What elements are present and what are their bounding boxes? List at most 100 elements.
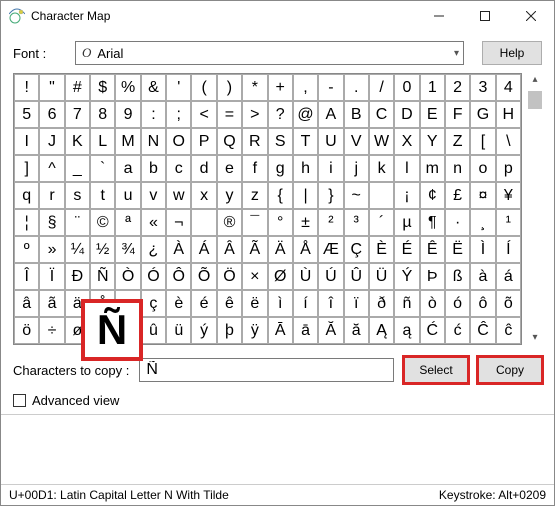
char-cell[interactable]: Ì	[470, 236, 495, 263]
char-cell[interactable]: Â	[217, 236, 242, 263]
char-cell[interactable]: Ā	[268, 317, 293, 344]
char-cell[interactable]: W	[369, 128, 394, 155]
char-cell[interactable]: ò	[420, 290, 445, 317]
char-cell[interactable]: ¤	[470, 182, 495, 209]
char-cell[interactable]: )	[217, 74, 242, 101]
char-cell[interactable]: ¬	[166, 209, 191, 236]
char-cell[interactable]: ¸	[470, 209, 495, 236]
char-cell[interactable]: c	[166, 155, 191, 182]
char-cell[interactable]: Ú	[318, 263, 343, 290]
select-button[interactable]: Select	[404, 357, 468, 383]
char-cell[interactable]: a	[115, 155, 140, 182]
char-cell[interactable]: ð	[369, 290, 394, 317]
char-cell[interactable]: ã	[39, 290, 64, 317]
char-cell[interactable]: (	[191, 74, 216, 101]
char-cell[interactable]: Û	[344, 263, 369, 290]
char-cell[interactable]: r	[39, 182, 64, 209]
char-cell[interactable]: @	[293, 101, 318, 128]
char-cell[interactable]: D	[394, 101, 419, 128]
char-cell[interactable]: ~	[344, 182, 369, 209]
char-cell[interactable]: o	[470, 155, 495, 182]
char-cell[interactable]: n	[445, 155, 470, 182]
char-cell[interactable]: ć	[445, 317, 470, 344]
char-cell[interactable]: j	[344, 155, 369, 182]
scroll-down-icon[interactable]: ▾	[532, 331, 537, 345]
close-button[interactable]	[508, 1, 554, 31]
char-cell[interactable]: h	[293, 155, 318, 182]
char-cell[interactable]: Ă	[318, 317, 343, 344]
char-cell[interactable]: #	[65, 74, 90, 101]
char-cell[interactable]: ß	[445, 263, 470, 290]
char-cell[interactable]: ¶	[420, 209, 445, 236]
char-cell[interactable]: B	[344, 101, 369, 128]
char-cell[interactable]: Ü	[369, 263, 394, 290]
char-cell[interactable]: ì	[268, 290, 293, 317]
char-cell[interactable]: ö	[14, 317, 39, 344]
char-cell[interactable]: <	[191, 101, 216, 128]
char-cell[interactable]: H	[496, 101, 521, 128]
char-cell[interactable]: L	[90, 128, 115, 155]
char-cell[interactable]: ā	[293, 317, 318, 344]
char-cell[interactable]: Ê	[420, 236, 445, 263]
char-cell[interactable]: :	[141, 101, 166, 128]
char-cell[interactable]: Ø	[268, 263, 293, 290]
char-cell[interactable]: í	[293, 290, 318, 317]
char-cell[interactable]: ³	[344, 209, 369, 236]
char-cell[interactable]: T	[293, 128, 318, 155]
char-cell[interactable]: P	[191, 128, 216, 155]
char-cell[interactable]: Ë	[445, 236, 470, 263]
char-cell[interactable]: y	[217, 182, 242, 209]
char-cell[interactable]: ó	[445, 290, 470, 317]
char-cell[interactable]: ¦	[14, 209, 39, 236]
char-cell[interactable]: }	[318, 182, 343, 209]
char-cell[interactable]: Í	[496, 236, 521, 263]
char-cell[interactable]: ë	[242, 290, 267, 317]
char-cell[interactable]: p	[496, 155, 521, 182]
char-cell[interactable]: $	[90, 74, 115, 101]
char-cell[interactable]: µ	[394, 209, 419, 236]
char-cell[interactable]: «	[141, 209, 166, 236]
char-cell[interactable]: à	[470, 263, 495, 290]
char-cell[interactable]: ½	[90, 236, 115, 263]
char-cell[interactable]: s	[65, 182, 90, 209]
help-button[interactable]: Help	[482, 41, 542, 65]
char-cell[interactable]: l	[394, 155, 419, 182]
char-cell[interactable]: è	[166, 290, 191, 317]
char-cell[interactable]: û	[141, 317, 166, 344]
char-cell[interactable]: Ã	[242, 236, 267, 263]
advanced-checkbox[interactable]	[13, 394, 26, 407]
char-cell[interactable]: "	[39, 74, 64, 101]
char-cell[interactable]: i	[318, 155, 343, 182]
char-cell[interactable]: w	[166, 182, 191, 209]
char-cell[interactable]: %	[115, 74, 140, 101]
char-cell[interactable]: 3	[470, 74, 495, 101]
char-cell[interactable]: Ć	[420, 317, 445, 344]
char-cell[interactable]: u	[115, 182, 140, 209]
char-cell[interactable]: ÷	[39, 317, 64, 344]
char-cell[interactable]: É	[394, 236, 419, 263]
char-cell[interactable]: 1	[420, 74, 445, 101]
char-cell[interactable]: Ù	[293, 263, 318, 290]
copy-input[interactable]	[139, 358, 394, 382]
char-cell[interactable]: d	[191, 155, 216, 182]
scroll-thumb[interactable]	[528, 91, 542, 109]
char-cell[interactable]: °	[268, 209, 293, 236]
char-cell[interactable]: ?	[268, 101, 293, 128]
char-cell[interactable]: Ò	[115, 263, 140, 290]
char-cell[interactable]: {	[268, 182, 293, 209]
char-cell[interactable]: \	[496, 128, 521, 155]
char-cell[interactable]: 0	[394, 74, 419, 101]
char-cell[interactable]: |	[293, 182, 318, 209]
char-cell[interactable]: ¾	[115, 236, 140, 263]
char-cell[interactable]: ,	[293, 74, 318, 101]
char-cell[interactable]: ¡	[394, 182, 419, 209]
char-cell[interactable]: Ï	[39, 263, 64, 290]
char-cell[interactable]: J	[39, 128, 64, 155]
char-cell[interactable]: e	[217, 155, 242, 182]
char-cell[interactable]: A	[318, 101, 343, 128]
char-cell[interactable]: £	[445, 182, 470, 209]
char-cell[interactable]: K	[65, 128, 90, 155]
char-cell[interactable]: ă	[344, 317, 369, 344]
char-cell[interactable]: ±	[293, 209, 318, 236]
char-cell[interactable]: v	[141, 182, 166, 209]
